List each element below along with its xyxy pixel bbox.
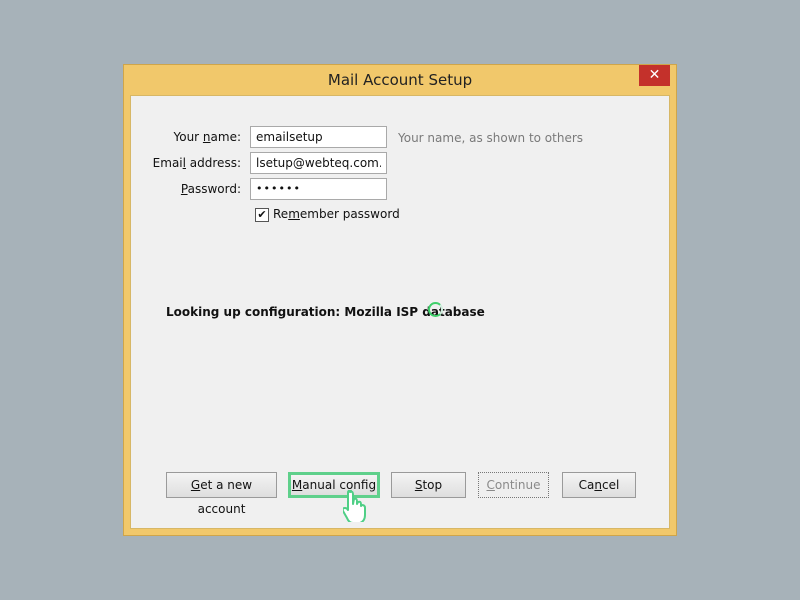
remember-password-label[interactable]: Remember password [273,207,400,221]
close-button[interactable]: ✕ [639,65,670,86]
password-label: Password: [180,182,241,196]
email-label: Email address: [152,156,241,170]
mail-account-setup-window: Mail Account Setup ✕ Your name: Your nam… [123,64,677,536]
stop-button[interactable]: Stop [391,472,466,498]
remember-password-checkbox[interactable]: ✔ [255,208,269,222]
title-bar[interactable]: Mail Account Setup ✕ [124,65,676,95]
dialog-body: Your name: Your name, as shown to others… [130,95,670,529]
password-input[interactable]: •••••• [250,178,387,200]
window-title: Mail Account Setup [327,71,473,89]
name-input[interactable] [250,126,387,148]
continue-button: Continue [478,472,549,498]
close-icon: ✕ [648,67,661,83]
loading-spinner-icon [428,302,443,317]
email-input[interactable] [250,152,387,174]
hand-cursor-icon [343,490,366,522]
get-new-account-button[interactable]: Get a new account [166,472,277,516]
cancel-button[interactable]: Cancel [562,472,636,498]
name-hint: Your name, as shown to others [398,131,584,145]
name-label: Your name: [173,130,241,144]
